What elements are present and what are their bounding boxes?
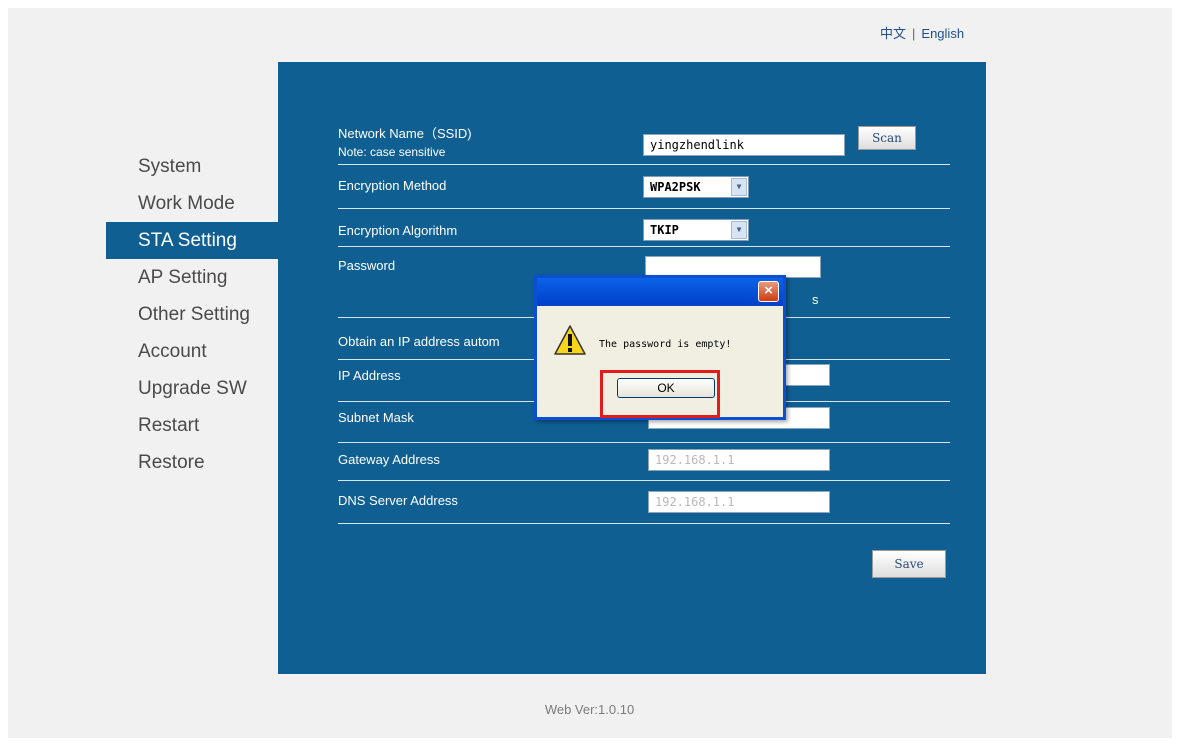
close-icon[interactable]: × — [758, 281, 779, 302]
sidebar-item-system[interactable]: System — [106, 148, 278, 185]
encryption-algorithm-label: Encryption Algorithm — [338, 223, 458, 238]
gateway-row: Gateway Address 192.168.1.1 — [338, 442, 950, 481]
ssid-note: Note: case sensitive — [338, 145, 446, 159]
encryption-method-value: WPA2PSK — [650, 180, 701, 194]
encryption-algorithm-value: TKIP — [650, 223, 679, 237]
sidebar-item-work-mode[interactable]: Work Mode — [106, 185, 278, 222]
sidebar-nav: System Work Mode STA Setting AP Setting … — [106, 148, 278, 481]
lang-english-link[interactable]: English — [921, 26, 964, 41]
encryption-method-label: Encryption Method — [338, 178, 447, 193]
dns-row: DNS Server Address 192.168.1.1 — [338, 480, 950, 524]
sidebar-item-sta-setting[interactable]: STA Setting — [106, 222, 278, 259]
dns-label: DNS Server Address — [338, 493, 458, 508]
subnet-mask-label: Subnet Mask — [338, 410, 414, 425]
lang-separator: | — [912, 26, 916, 41]
sidebar-item-restart[interactable]: Restart — [106, 407, 278, 444]
encryption-algorithm-select[interactable]: TKIP ▼ — [643, 219, 749, 241]
ip-address-label: IP Address — [338, 368, 401, 383]
obtain-ip-label: Obtain an IP address autom — [338, 334, 500, 349]
encryption-method-select[interactable]: WPA2PSK ▼ — [643, 176, 749, 198]
ssid-label: Network Name（SSID) — [338, 126, 472, 141]
sidebar-item-restore[interactable]: Restore — [106, 444, 278, 481]
sidebar-item-other-setting[interactable]: Other Setting — [106, 296, 278, 333]
ssid-row: Network Name（SSID) Note: case sensitive … — [338, 124, 950, 165]
chevron-down-icon: ▼ — [731, 221, 747, 239]
sidebar-item-ap-setting[interactable]: AP Setting — [106, 259, 278, 296]
password-partial-text: s — [812, 292, 819, 307]
dialog-message: The password is empty! — [599, 339, 732, 350]
ok-button[interactable]: OK — [617, 378, 715, 398]
sidebar-item-account[interactable]: Account — [106, 333, 278, 370]
dialog-titlebar[interactable]: × — [537, 278, 783, 306]
scan-button[interactable]: Scan — [858, 126, 916, 150]
warning-icon — [554, 325, 586, 355]
language-switcher: 中文 | English — [880, 23, 964, 42]
gateway-input[interactable]: 192.168.1.1 — [648, 449, 830, 471]
ssid-input[interactable]: yingzhendlink — [643, 134, 845, 156]
password-label: Password — [338, 258, 396, 273]
encryption-algorithm-row: Encryption Algorithm TKIP ▼ — [338, 208, 950, 247]
encryption-method-row: Encryption Method WPA2PSK ▼ — [338, 164, 950, 209]
alert-dialog: × The password is empty! OK — [534, 275, 786, 420]
dns-input[interactable]: 192.168.1.1 — [648, 491, 830, 513]
version-footer: Web Ver:1.0.10 — [544, 702, 635, 717]
sidebar-item-upgrade-sw[interactable]: Upgrade SW — [106, 370, 278, 407]
chevron-down-icon: ▼ — [731, 178, 747, 196]
lang-chinese-link[interactable]: 中文 — [880, 26, 906, 41]
gateway-label: Gateway Address — [338, 452, 440, 467]
save-button[interactable]: Save — [872, 550, 946, 578]
